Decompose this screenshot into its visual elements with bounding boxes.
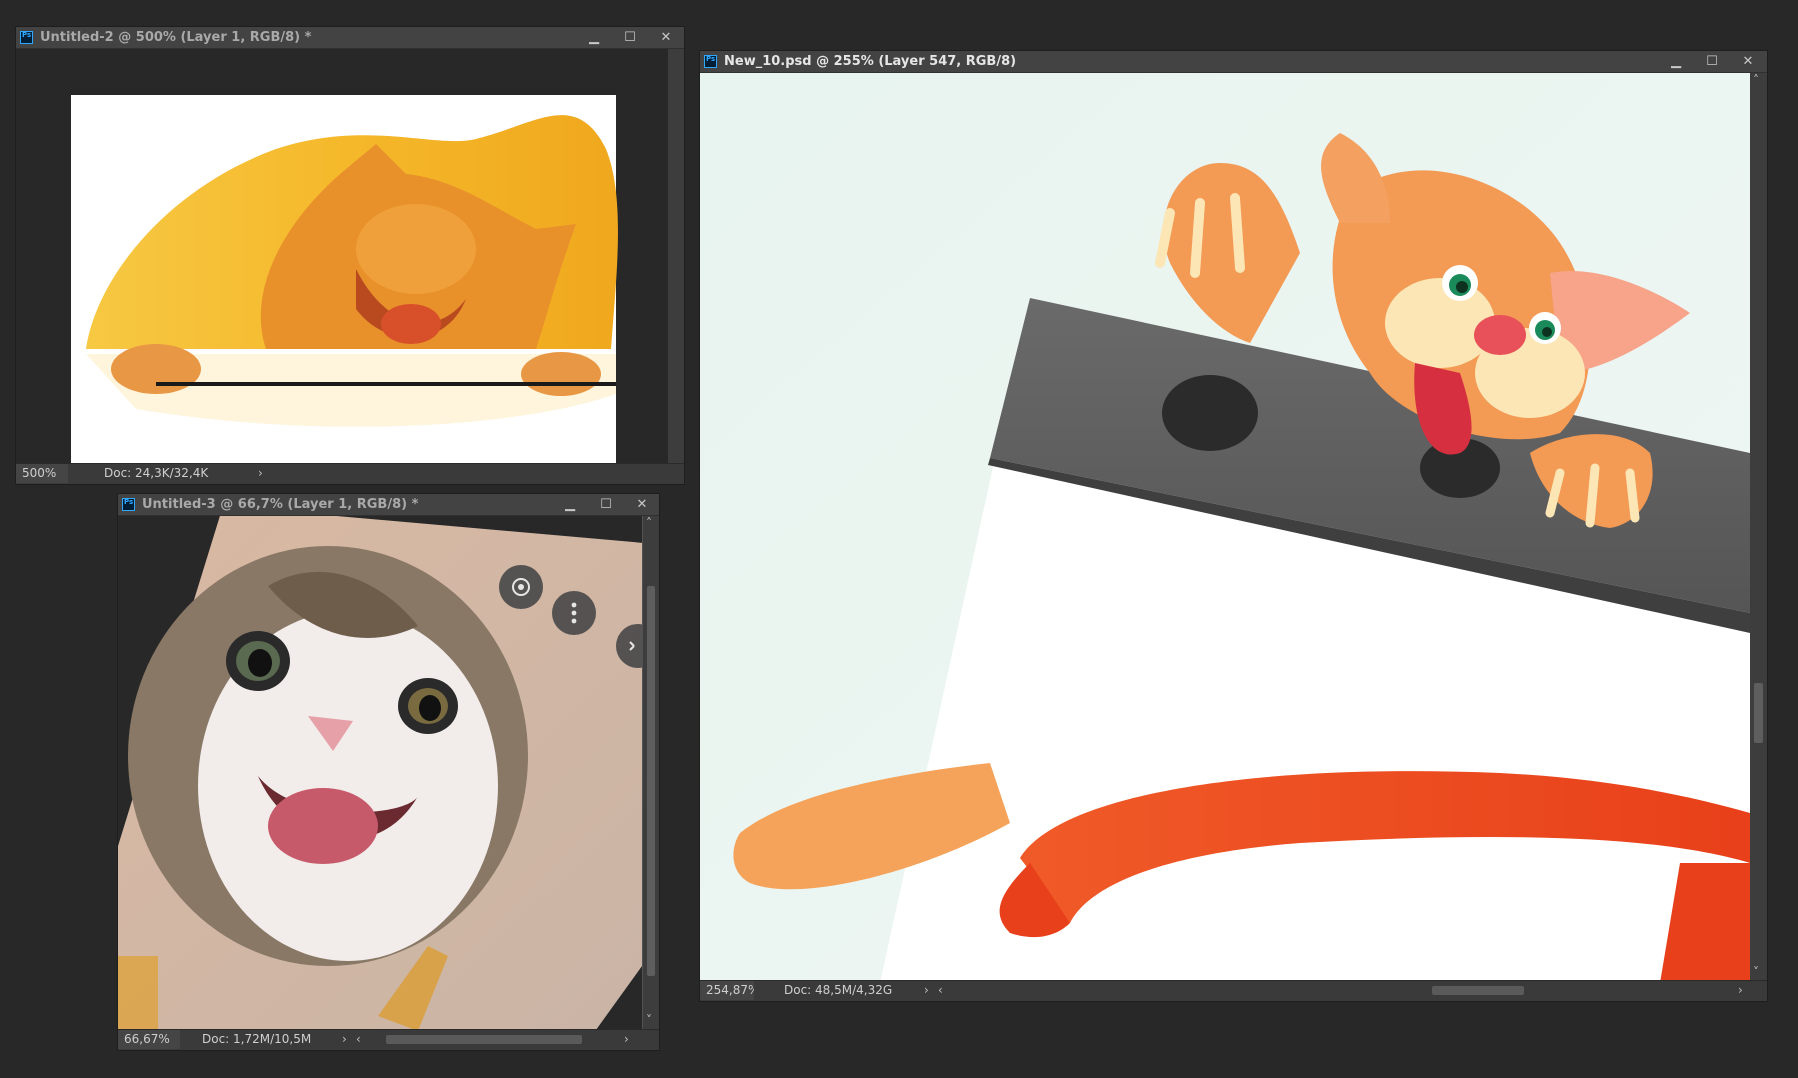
scroll-left-arrow[interactable]: ‹ [938,981,943,1000]
maximize-button[interactable]: ☐ [592,494,620,516]
scroll-thumb[interactable] [1754,683,1763,743]
document-canvas[interactable] [16,49,668,465]
status-info-arrow[interactable]: › [342,1030,347,1049]
minimize-button[interactable]: ▁ [556,494,584,516]
maximize-button[interactable]: ☐ [616,27,644,49]
zoom-level-field[interactable]: 66,67% [118,1030,180,1049]
scroll-up-arrow[interactable]: ˄ [646,514,652,533]
scroll-right-arrow[interactable]: › [1738,981,1743,1000]
more-vertical-icon[interactable] [571,602,577,624]
maximize-button[interactable]: ☐ [1698,51,1726,73]
document-window-new-10: New_10.psd @ 255% (Layer 547, RGB/8) ▁ ☐… [699,50,1768,1002]
workspace: { "windows": { "untitled2": { "title": "… [0,0,1798,1078]
minimize-button[interactable]: ▁ [580,27,608,49]
document-window-untitled-3: Untitled-3 @ 66,7% (Layer 1, RGB/8) * ▁ … [117,493,660,1051]
horizontal-scrollbar[interactable]: ‹ › [350,1030,640,1049]
vertical-scrollbar[interactable]: ˄ ˅ [643,516,659,1031]
scroll-up-arrow[interactable]: ˄ [1753,71,1759,90]
scroll-right-arrow[interactable]: › [624,1030,629,1049]
title-bar[interactable]: Untitled-3 @ 66,7% (Layer 1, RGB/8) * ▁ … [118,494,659,516]
document-title: New_10.psd @ 255% (Layer 547, RGB/8) [724,54,1017,69]
photoshop-icon [20,31,33,44]
title-bar[interactable]: Untitled-2 @ 500% (Layer 1, RGB/8) * ▁ ☐… [16,27,684,49]
status-info-arrow[interactable]: › [258,464,263,483]
vertical-scrollbar[interactable] [668,49,684,465]
photoshop-icon [122,498,135,511]
scroll-down-arrow[interactable]: ˅ [646,1011,652,1030]
vertical-scrollbar[interactable]: ˄ ˅ [1750,73,1767,983]
close-button[interactable]: ✕ [652,27,680,49]
scroll-thumb[interactable] [1432,986,1524,995]
scroll-left-arrow[interactable]: ‹ [356,1030,361,1049]
status-bar: 66,67% Doc: 1,72M/10,5M › ‹ › [118,1029,659,1050]
document-title: Untitled-2 @ 500% (Layer 1, RGB/8) * [40,30,312,45]
scroll-thumb[interactable] [386,1035,582,1044]
document-info[interactable]: Doc: 48,5M/4,32G [784,981,892,1000]
canvas-area[interactable] [118,516,642,1031]
document-info[interactable]: Doc: 1,72M/10,5M [202,1030,311,1049]
document-info[interactable]: Doc: 24,3K/32,4K [104,464,208,483]
close-button[interactable]: ✕ [628,494,656,516]
zoom-level-field[interactable]: 254,87% [700,981,754,1000]
minimize-button[interactable]: ▁ [1662,51,1690,73]
document-title: Untitled-3 @ 66,7% (Layer 1, RGB/8) * [142,497,419,512]
canvas-area[interactable] [16,49,668,465]
document-window-untitled-2: Untitled-2 @ 500% (Layer 1, RGB/8) * ▁ ☐… [15,26,685,485]
document-canvas[interactable] [118,516,642,1031]
canvas-area[interactable] [700,73,1750,983]
horizontal-scrollbar[interactable]: ‹ › [932,981,1752,1000]
title-bar[interactable]: New_10.psd @ 255% (Layer 547, RGB/8) ▁ ☐… [700,51,1767,73]
photoshop-icon [704,55,717,68]
status-bar: 500% Doc: 24,3K/32,4K › [16,463,684,484]
close-button[interactable]: ✕ [1734,51,1762,73]
status-info-arrow[interactable]: › [924,981,929,1000]
document-canvas[interactable] [700,73,1750,983]
status-bar: 254,87% Doc: 48,5M/4,32G › ‹ › [700,980,1767,1001]
scroll-thumb[interactable] [647,586,655,976]
zoom-level-field[interactable]: 500% [16,464,68,483]
